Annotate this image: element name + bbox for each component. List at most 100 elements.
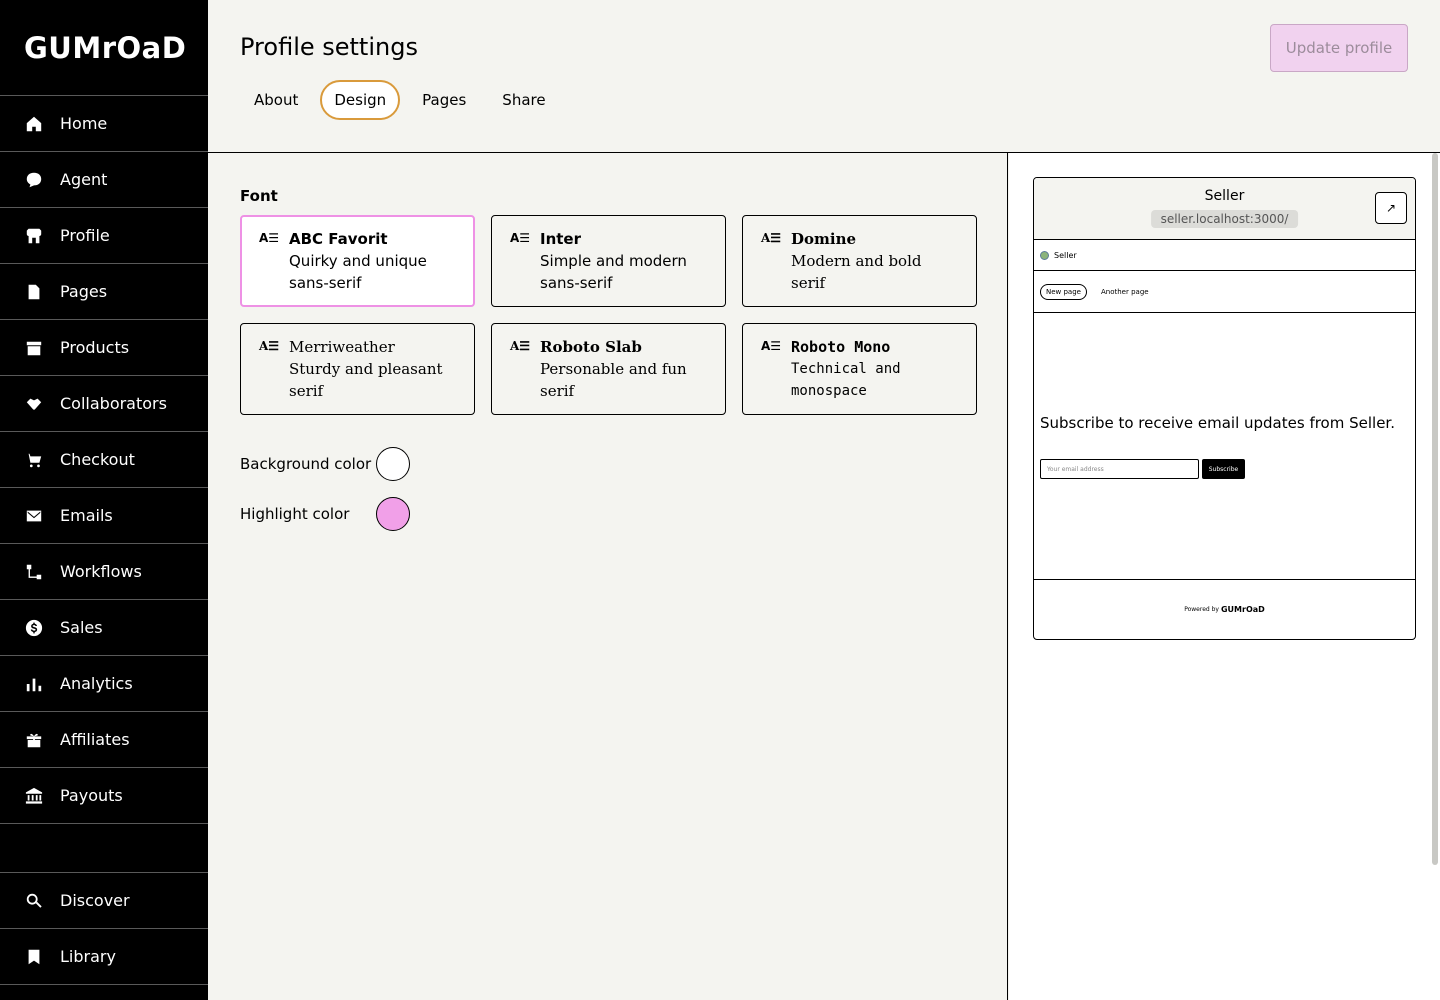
sidebar-item-label: Sales bbox=[60, 618, 103, 637]
sidebar-item-discover[interactable]: Discover bbox=[0, 873, 208, 929]
highlight-color-swatch[interactable] bbox=[376, 497, 410, 531]
sidebar-item-label: Collaborators bbox=[60, 394, 167, 413]
chat-icon bbox=[24, 170, 44, 190]
font-grid: A☰ ABC Favorit Quirky and unique sans-se… bbox=[240, 215, 977, 415]
sidebar-item-label: Home bbox=[60, 114, 108, 133]
bar-chart-icon bbox=[24, 674, 44, 694]
sidebar-item-emails[interactable]: Emails bbox=[0, 488, 208, 544]
font-name: Domine bbox=[791, 230, 857, 248]
preview-tab-new-page[interactable]: New page bbox=[1040, 283, 1087, 300]
sidebar-item-collaborators[interactable]: Collaborators bbox=[0, 376, 208, 432]
preview-header: Seller seller.localhost:3000/ ↗ bbox=[1034, 178, 1415, 240]
font-section-label: Font bbox=[240, 187, 278, 205]
font-description: Simple and modern bbox=[540, 252, 687, 270]
page-header: Profile settings Update profile About De… bbox=[208, 0, 1440, 153]
sidebar-item-label: Discover bbox=[60, 891, 130, 910]
subscribe-button[interactable]: Subscribe bbox=[1202, 459, 1245, 479]
archive-icon bbox=[24, 338, 44, 358]
sidebar-item-label: Analytics bbox=[60, 674, 133, 693]
sidebar-item-label: Agent bbox=[60, 170, 108, 189]
preview-url: seller.localhost:3000/ bbox=[1150, 210, 1299, 228]
sidebar-item-pages[interactable]: Pages bbox=[0, 264, 208, 320]
sidebar-item-label: Emails bbox=[60, 506, 113, 525]
font-description: Technical and bbox=[791, 361, 901, 377]
font-description: monospace bbox=[791, 383, 867, 399]
powered-by-logo: GUMrOaD bbox=[1220, 604, 1265, 614]
font-option-roboto-mono[interactable]: A☰ Roboto Mono Technical and monospace bbox=[742, 323, 977, 415]
sidebar-item-label: Products bbox=[60, 338, 130, 357]
sidebar-item-label: Pages bbox=[60, 282, 108, 301]
sidebar-item-home[interactable]: Home bbox=[0, 96, 208, 152]
tab-pages[interactable]: Pages bbox=[408, 80, 480, 120]
font-option-abc-favorit[interactable]: A☰ ABC Favorit Quirky and unique sans-se… bbox=[240, 215, 475, 307]
bank-icon bbox=[24, 786, 44, 806]
sidebar-item-affiliates[interactable]: Affiliates bbox=[0, 712, 208, 768]
logo-text: GUMrOaD bbox=[24, 30, 187, 65]
search-icon bbox=[24, 891, 44, 911]
sidebar-item-library[interactable]: Library bbox=[0, 929, 208, 985]
open-external-icon[interactable]: ↗ bbox=[1375, 192, 1407, 224]
powered-by-text: Powered by bbox=[1184, 605, 1219, 613]
font-icon: A☰ bbox=[510, 231, 531, 245]
font-name: Roboto Mono bbox=[791, 338, 891, 356]
settings-tabs: About Design Pages Share bbox=[240, 80, 560, 120]
font-description: sans-serif bbox=[289, 274, 362, 292]
font-icon: A☰ bbox=[761, 339, 782, 353]
font-description: serif bbox=[540, 382, 575, 400]
font-name: Inter bbox=[540, 230, 582, 248]
tab-about[interactable]: About bbox=[240, 80, 312, 120]
font-description: Modern and bold bbox=[791, 252, 922, 270]
background-color-swatch[interactable] bbox=[376, 447, 410, 481]
sidebar-item-analytics[interactable]: Analytics bbox=[0, 656, 208, 712]
page-title: Profile settings bbox=[240, 33, 418, 61]
font-description: sans-serif bbox=[540, 274, 613, 292]
font-description: serif bbox=[289, 382, 324, 400]
sidebar: GUMrOaD Home Agent Profile Pages Products Col… bbox=[0, 0, 208, 1000]
cart-icon bbox=[24, 450, 44, 470]
preview-seller-bar: Seller bbox=[1034, 240, 1415, 271]
font-option-inter[interactable]: A☰ Inter Simple and modern sans-serif bbox=[491, 215, 726, 307]
font-description: Quirky and unique bbox=[289, 252, 427, 270]
tab-share[interactable]: Share bbox=[488, 80, 559, 120]
home-icon bbox=[24, 114, 44, 134]
font-icon: A☰ bbox=[259, 231, 280, 245]
sidebar-item-profile[interactable]: Profile bbox=[0, 208, 208, 264]
sidebar-item-agent[interactable]: Agent bbox=[0, 152, 208, 208]
font-icon: A☰ bbox=[510, 339, 531, 353]
preview-tab-another-page[interactable]: Another page bbox=[1095, 284, 1155, 300]
highlight-color-row: Highlight color bbox=[240, 505, 349, 523]
font-name: Roboto Slab bbox=[540, 338, 642, 356]
seller-avatar bbox=[1040, 250, 1049, 260]
background-color-row: Background color bbox=[240, 455, 371, 473]
subscribe-text: Subscribe to receive email updates from … bbox=[1040, 414, 1395, 432]
sidebar-item-payouts[interactable]: Payouts bbox=[0, 768, 208, 824]
sidebar-item-label: Payouts bbox=[60, 786, 123, 805]
tab-design[interactable]: Design bbox=[320, 80, 401, 120]
font-option-roboto-slab[interactable]: A☰ Roboto Slab Personable and fun serif bbox=[491, 323, 726, 415]
highlight-color-label: Highlight color bbox=[240, 505, 350, 523]
bookmark-icon bbox=[24, 947, 44, 967]
sidebar-item-label: Checkout bbox=[60, 450, 135, 469]
document-icon bbox=[24, 282, 44, 302]
envelope-icon bbox=[24, 506, 44, 526]
design-panel: Font A☰ ABC Favorit Quirky and unique sa… bbox=[208, 153, 1008, 1000]
sidebar-item-label: Library bbox=[60, 947, 116, 966]
handshake-icon bbox=[24, 394, 44, 414]
background-color-label: Background color bbox=[240, 455, 372, 473]
font-option-merriweather[interactable]: A☰ Merriweather Sturdy and pleasant seri… bbox=[240, 323, 475, 415]
sidebar-item-workflows[interactable]: Workflows bbox=[0, 544, 208, 600]
update-profile-button[interactable]: Update profile bbox=[1270, 24, 1408, 72]
sidebar-item-checkout[interactable]: Checkout bbox=[0, 432, 208, 488]
email-input[interactable]: Your email address bbox=[1040, 459, 1199, 479]
sidebar-item-label: Affiliates bbox=[60, 730, 130, 749]
preview-footer: Powered by GUMrOaD bbox=[1034, 580, 1415, 638]
sidebar-item-sales[interactable]: Sales bbox=[0, 600, 208, 656]
gift-icon bbox=[24, 730, 44, 750]
preview-title: Seller bbox=[1204, 188, 1245, 204]
sidebar-item-products[interactable]: Products bbox=[0, 320, 208, 376]
gumroad-logo[interactable]: GUMrOaD bbox=[0, 0, 208, 96]
profile-preview: Seller seller.localhost:3000/ ↗ Seller N… bbox=[1033, 177, 1416, 640]
font-option-domine[interactable]: A☰ Domine Modern and bold serif bbox=[742, 215, 977, 307]
scrollbar[interactable] bbox=[1432, 153, 1438, 865]
shop-icon bbox=[24, 226, 44, 246]
